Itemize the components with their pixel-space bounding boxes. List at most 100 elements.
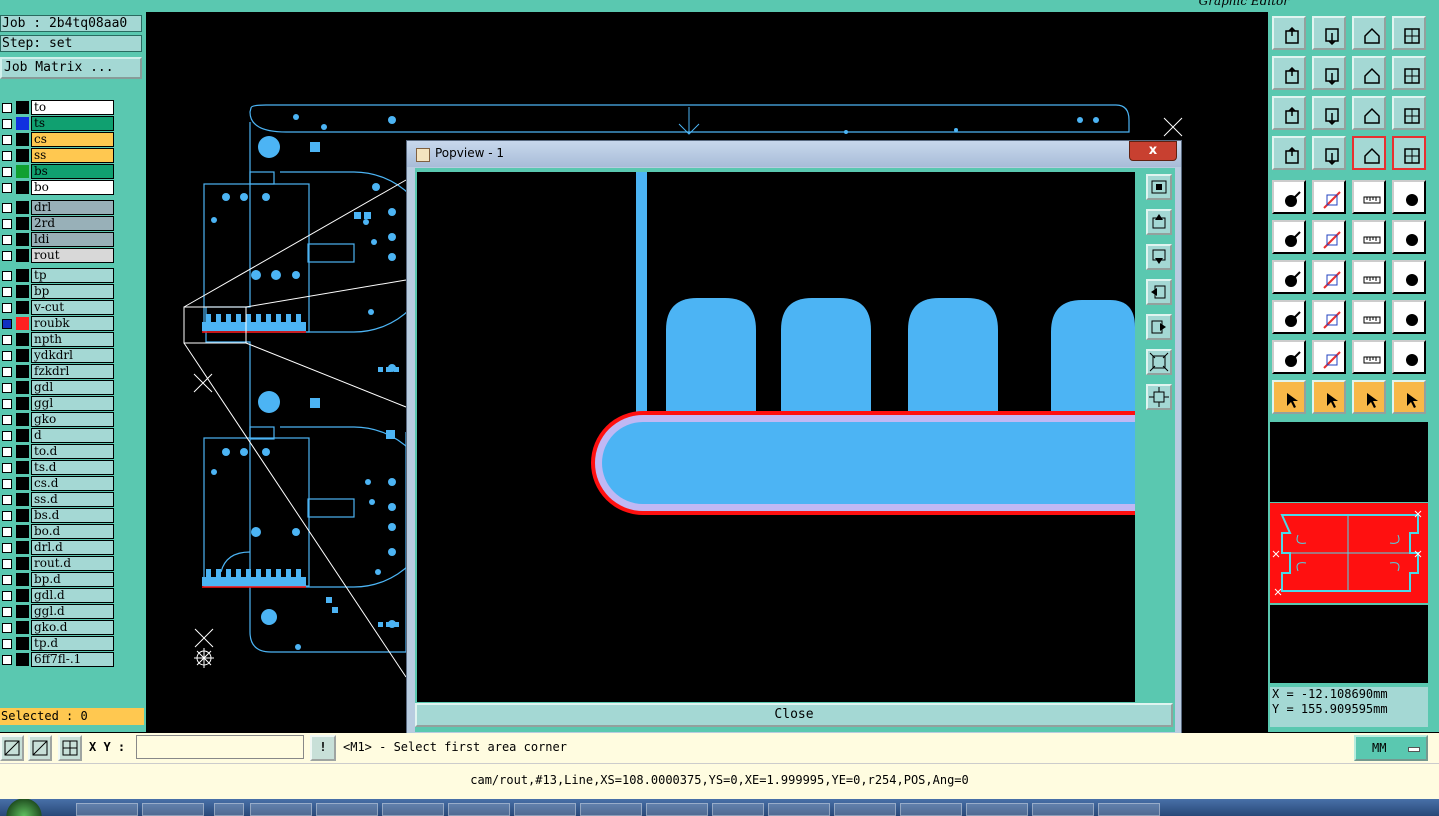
taskbar-app[interactable]: [1098, 803, 1160, 816]
triangle-b-tool[interactable]: [1352, 340, 1386, 374]
layer-row[interactable]: drl: [0, 200, 116, 216]
layer-row[interactable]: bs.d: [0, 508, 116, 524]
layer-name[interactable]: bs.d: [31, 508, 114, 523]
layer-color-swatch[interactable]: [16, 477, 29, 490]
layer-row[interactable]: tp: [0, 268, 116, 284]
layer-row[interactable]: rout.d: [0, 556, 116, 572]
layer-checkbox[interactable]: [2, 319, 12, 329]
units-select[interactable]: MM: [1354, 735, 1428, 761]
layer-checkbox[interactable]: [2, 479, 12, 489]
job-matrix-button[interactable]: Job Matrix ...: [0, 57, 142, 79]
layer-name[interactable]: cs.d: [31, 476, 114, 491]
layer-row[interactable]: 6ff7fl-.1: [0, 652, 116, 668]
layer-row[interactable]: ldi: [0, 232, 116, 248]
taskbar-app[interactable]: [142, 803, 204, 816]
taskbar-app[interactable]: [1032, 803, 1094, 816]
help-tool[interactable]: [1392, 96, 1426, 130]
taskbar-app[interactable]: [214, 803, 244, 816]
layer-color-swatch[interactable]: [16, 573, 29, 586]
add-pad-tool[interactable]: [1272, 180, 1306, 214]
layer-row[interactable]: ggl.d: [0, 604, 116, 620]
pan-up-tool[interactable]: [1146, 209, 1172, 235]
layer-checkbox[interactable]: [2, 303, 12, 313]
layer-color-swatch[interactable]: [16, 181, 29, 194]
layer-name[interactable]: ggl.d: [31, 604, 114, 619]
start-button[interactable]: [6, 799, 42, 816]
layer-row[interactable]: roubk: [0, 316, 116, 332]
slash-tool[interactable]: [1312, 260, 1346, 294]
measure-tool[interactable]: [1312, 136, 1346, 170]
redo-tool[interactable]: [1392, 56, 1426, 90]
layer-checkbox[interactable]: [2, 431, 12, 441]
layer-name[interactable]: bo: [31, 180, 114, 195]
layer-checkbox[interactable]: [2, 591, 12, 601]
layer-row[interactable]: cs: [0, 132, 116, 148]
polygon-tool[interactable]: [1272, 340, 1306, 374]
layer-color-swatch[interactable]: [16, 165, 29, 178]
layer-checkbox[interactable]: [2, 527, 12, 537]
align-tool[interactable]: [1352, 300, 1386, 334]
layer-checkbox[interactable]: [2, 271, 12, 281]
layer-color-swatch[interactable]: [16, 233, 29, 246]
layer-row[interactable]: bo.d: [0, 524, 116, 540]
snap-angle-tool[interactable]: [28, 735, 52, 761]
layer-checkbox[interactable]: [2, 575, 12, 585]
layer-color-swatch[interactable]: [16, 317, 29, 330]
layer-name[interactable]: bo.d: [31, 524, 114, 539]
taskbar-app[interactable]: [448, 803, 510, 816]
layer-color-swatch[interactable]: [16, 429, 29, 442]
layer-name[interactable]: ydkdrl: [31, 348, 114, 363]
layer-color-swatch[interactable]: [16, 589, 29, 602]
layer-color-swatch[interactable]: [16, 349, 29, 362]
layer-color-swatch[interactable]: [16, 101, 29, 114]
layer-row[interactable]: ydkdrl: [0, 348, 116, 364]
layer-row[interactable]: ss: [0, 148, 116, 164]
layer-color-swatch[interactable]: [16, 557, 29, 570]
triangle-c-tool[interactable]: [1392, 340, 1426, 374]
layer-checkbox[interactable]: [2, 235, 12, 245]
layer-color-swatch[interactable]: [16, 381, 29, 394]
layer-name[interactable]: v-cut: [31, 300, 114, 315]
layer-name[interactable]: tp.d: [31, 636, 114, 651]
home-tool[interactable]: [1352, 16, 1386, 50]
layer-name[interactable]: d: [31, 428, 114, 443]
layer-color-swatch[interactable]: [16, 541, 29, 554]
layer-color-swatch[interactable]: [16, 149, 29, 162]
layer-checkbox[interactable]: [2, 607, 12, 617]
layer-color-swatch[interactable]: [16, 285, 29, 298]
layer-name[interactable]: fzkdrl: [31, 364, 114, 379]
zoom-center-tool[interactable]: [1312, 96, 1346, 130]
layer-row[interactable]: npth: [0, 332, 116, 348]
taskbar-app[interactable]: [768, 803, 830, 816]
pan-left-tool[interactable]: [1146, 279, 1172, 305]
line-end-tool[interactable]: [1392, 220, 1426, 254]
move-left-tool[interactable]: [1272, 56, 1306, 90]
layer-color-swatch[interactable]: [16, 413, 29, 426]
layer-name[interactable]: bs: [31, 164, 114, 179]
layer-name[interactable]: ss: [31, 148, 114, 163]
layers-tool[interactable]: [1392, 136, 1426, 170]
layer-checkbox[interactable]: [2, 183, 12, 193]
layer-checkbox[interactable]: [2, 335, 12, 345]
layer-checkbox[interactable]: [2, 543, 12, 553]
open-job-tool[interactable]: [1272, 16, 1306, 50]
layer-color-swatch[interactable]: [16, 509, 29, 522]
layer-checkbox[interactable]: [2, 559, 12, 569]
xy-input[interactable]: [136, 735, 304, 759]
layer-name[interactable]: ts.d: [31, 460, 114, 475]
taskbar-app[interactable]: [834, 803, 896, 816]
layer-row[interactable]: cs.d: [0, 476, 116, 492]
layer-name[interactable]: gko.d: [31, 620, 114, 635]
layer-checkbox[interactable]: [2, 639, 12, 649]
mirror-tool[interactable]: [1392, 260, 1426, 294]
snap-grid-tool[interactable]: [0, 735, 24, 761]
net-tool[interactable]: [1352, 136, 1386, 170]
layer-name[interactable]: ss.d: [31, 492, 114, 507]
taskbar-app[interactable]: [250, 803, 312, 816]
layer-name[interactable]: 6ff7fl-.1: [31, 652, 114, 667]
layer-checkbox[interactable]: [2, 383, 12, 393]
pointer-path-tool[interactable]: [1392, 380, 1426, 414]
layer-color-swatch[interactable]: [16, 461, 29, 474]
layer-name[interactable]: rout: [31, 248, 114, 263]
taskbar-app[interactable]: [712, 803, 764, 816]
